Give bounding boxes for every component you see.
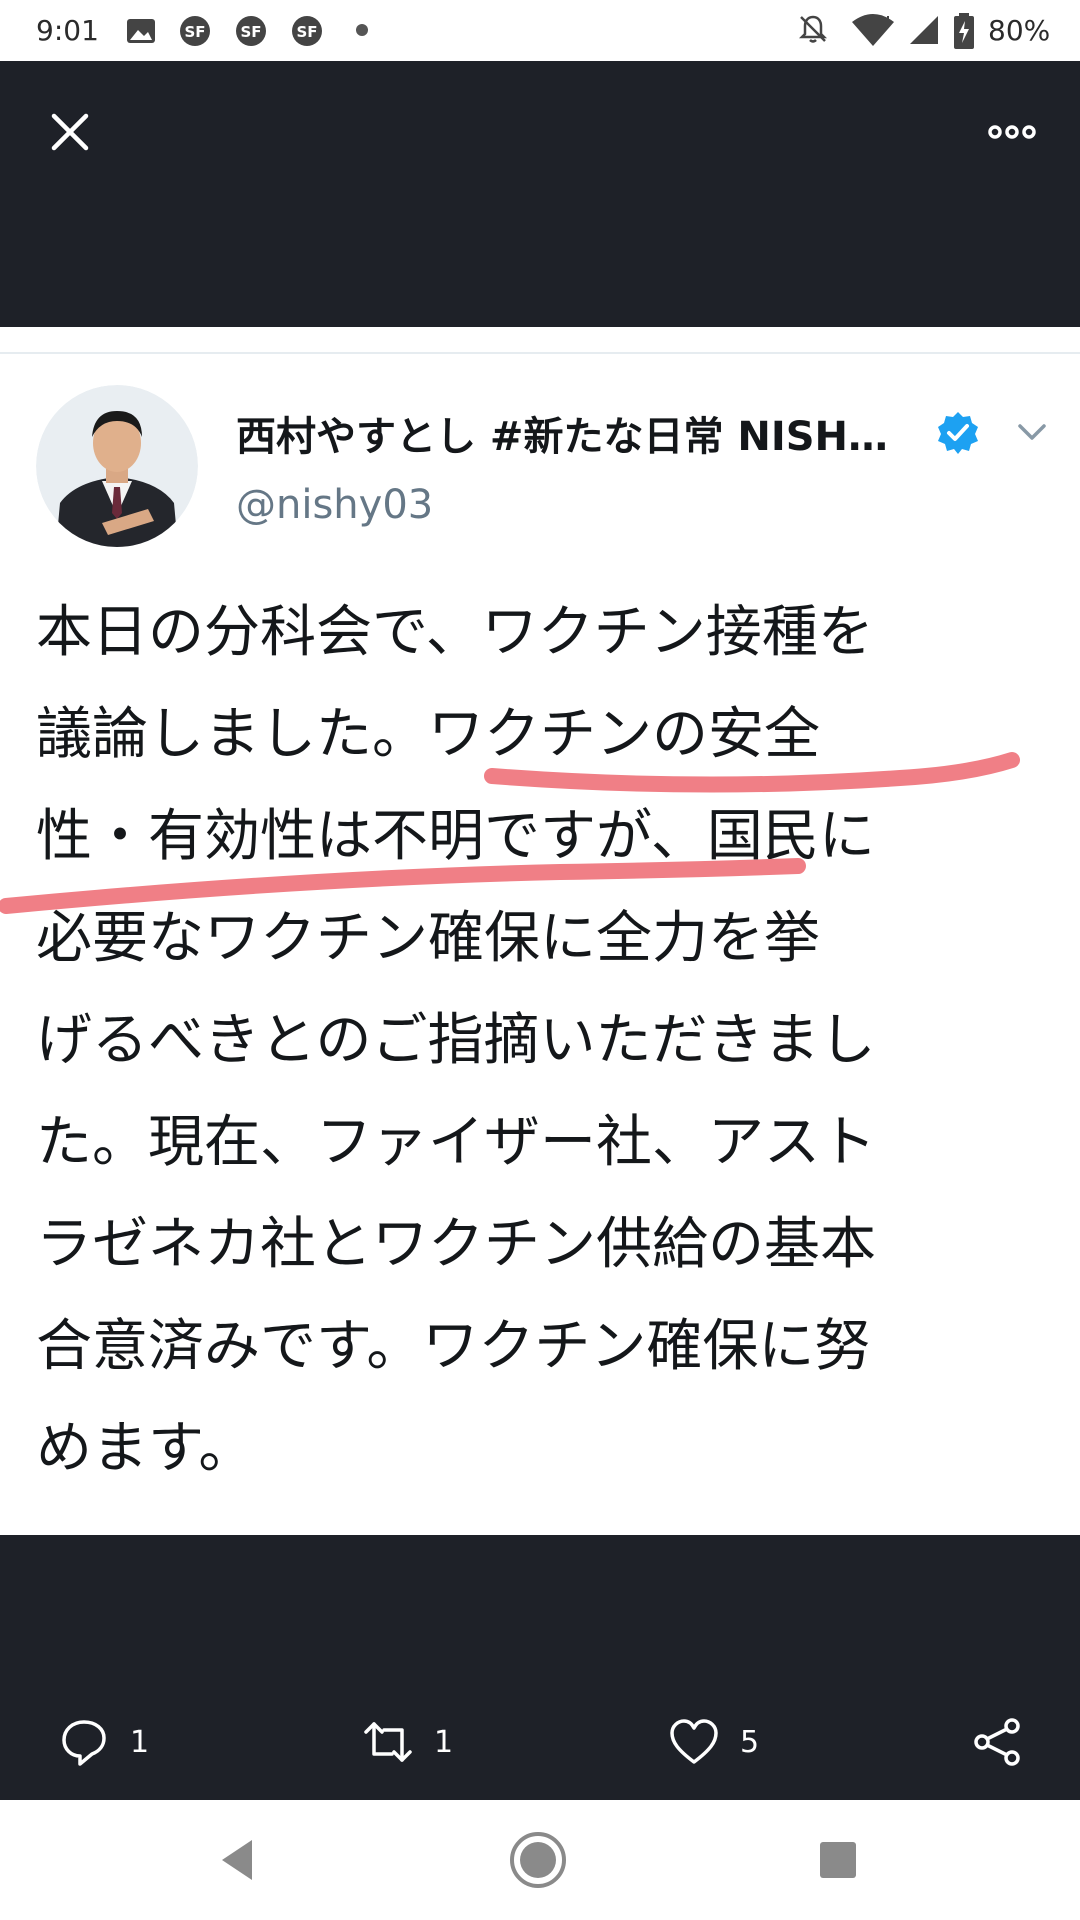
battery-icon (954, 13, 974, 49)
tweet-line: 必要なワクチン確保に全力を挙 (36, 906, 820, 971)
display-name[interactable]: 西村やすとし #新たな日常 NISH… (236, 404, 888, 462)
svg-text:SF: SF (240, 23, 261, 41)
reply-button[interactable]: 1 (58, 1712, 149, 1772)
like-button[interactable]: 5 (668, 1712, 759, 1772)
tweet-line: 合意済みです。ワクチン確保に努 (36, 1314, 871, 1379)
more-options-icon[interactable] (986, 114, 1038, 150)
verified-badge-icon (938, 412, 978, 454)
share-icon (974, 1718, 1020, 1766)
svg-text:SF: SF (184, 23, 205, 41)
share-button[interactable] (972, 1712, 1024, 1772)
tweet-line: 性・有効性は不明ですが、国民に (36, 804, 875, 869)
heart-icon (670, 1719, 718, 1764)
back-icon[interactable] (208, 1830, 268, 1890)
retweet-button[interactable]: 1 (362, 1712, 453, 1772)
navigation-bar (0, 1800, 1080, 1920)
muted-bell-icon (798, 15, 828, 43)
action-bar (0, 1535, 1080, 1800)
status-time: 9:01 (36, 14, 99, 47)
tweet-text: 本日の分科会で、ワクチン接種を 議論しました。ワクチンの安全 性・有効性は不明で… (36, 582, 1046, 1500)
recents-icon[interactable] (808, 1830, 868, 1890)
status-bar: 9:01 SF SF SF 80% (0, 0, 1080, 61)
user-handle[interactable]: @nishy03 (236, 482, 433, 528)
chevron-down-icon[interactable] (1012, 412, 1052, 452)
signal-icon (910, 16, 938, 44)
sf-icon: SF (180, 16, 210, 46)
retweet-icon (364, 1722, 412, 1762)
tweet-line: た。現在、ファイザー社、アスト (36, 1110, 876, 1175)
like-count: 5 (740, 1724, 760, 1760)
battery-percentage: 80% (988, 14, 1051, 47)
tweet-line: げるべきとのご指摘いただきまし (36, 1008, 876, 1073)
reply-count: 1 (130, 1724, 150, 1760)
tweet-line: めます。 (36, 1416, 255, 1481)
reply-icon (62, 1720, 106, 1766)
close-icon[interactable] (46, 108, 94, 156)
wifi-icon (852, 14, 894, 46)
retweet-count: 1 (434, 1724, 454, 1760)
media-header (0, 61, 1080, 327)
sf-icon: SF (292, 16, 322, 46)
avatar[interactable] (36, 385, 198, 547)
svg-text:SF: SF (296, 23, 317, 41)
dot-icon (356, 24, 368, 36)
home-icon[interactable] (508, 1830, 568, 1890)
tweet-line: 議論しました。ワクチンの安全 (36, 702, 820, 767)
tweet-line: 本日の分科会で、ワクチン接種を (36, 600, 874, 665)
image-icon (127, 19, 155, 43)
tweet-line: ラゼネカ社とワクチン供給の基本 (36, 1212, 876, 1277)
divider (0, 352, 1080, 354)
sf-icon: SF (236, 16, 266, 46)
